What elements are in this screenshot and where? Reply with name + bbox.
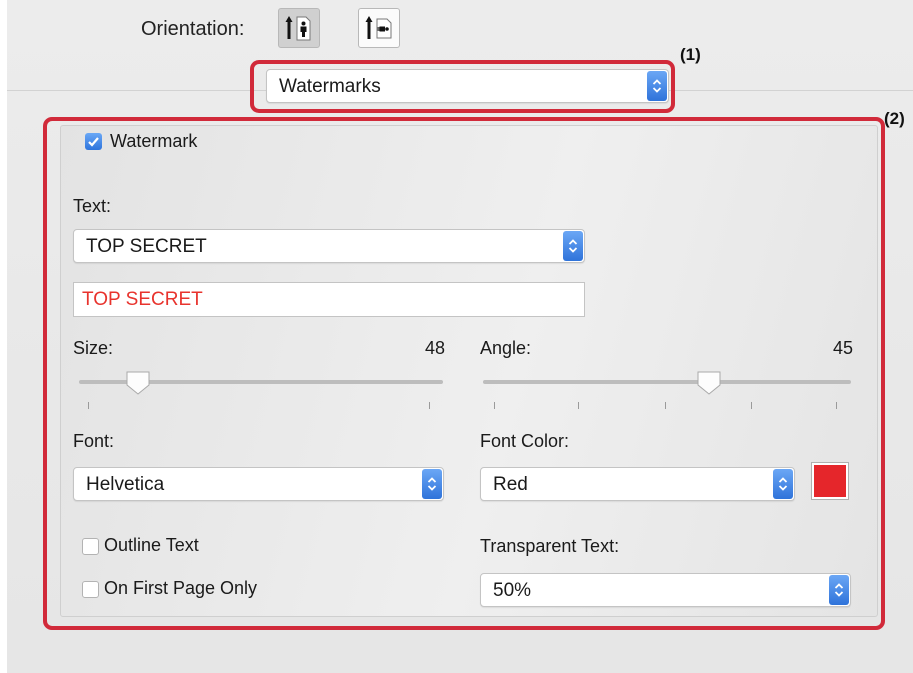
callout-highlight-2 [43, 117, 885, 630]
landscape-orientation-icon [365, 16, 392, 39]
landscape-orientation-button[interactable] [358, 8, 400, 48]
portrait-orientation-button[interactable] [278, 8, 320, 48]
callout-label-1: (1) [680, 45, 701, 64]
callout-label-2: (2) [884, 109, 905, 128]
callout-highlight-1 [250, 60, 675, 113]
portrait-orientation-icon [285, 16, 311, 41]
orientation-label: Orientation: [141, 18, 245, 40]
print-dialog: Orientation: Watermarks (1) Watermark Te… [7, 0, 913, 673]
